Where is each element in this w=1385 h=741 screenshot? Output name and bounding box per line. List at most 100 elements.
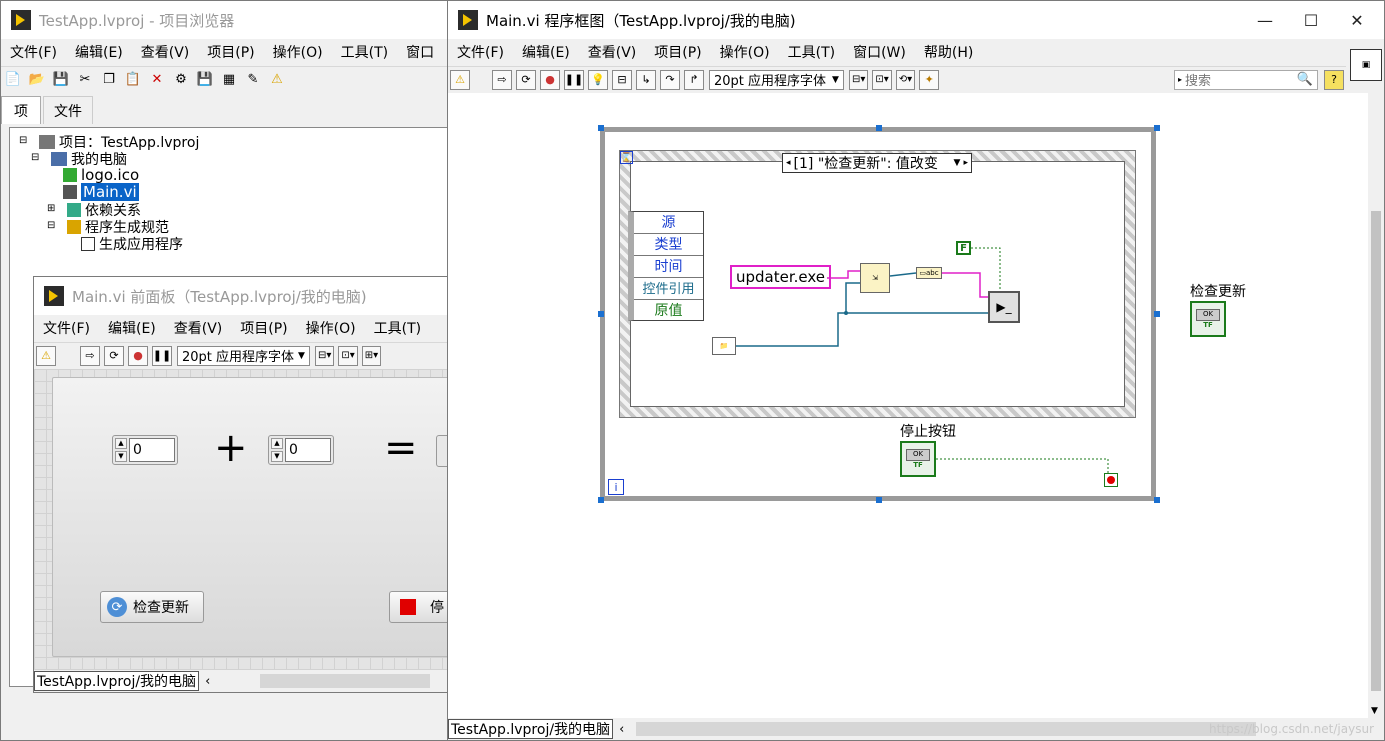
expand-icon[interactable]: ⊟ <box>47 220 63 234</box>
menu-operate[interactable]: 操作(O) <box>720 42 770 62</box>
vertical-scrollbar[interactable]: ▼ <box>1368 93 1384 718</box>
distribute-icon[interactable]: ⊡▾ <box>338 345 358 366</box>
front-panel-window[interactable]: Main.vi 前面板（TestApp.lvproj/我的电脑) 文件(F) 编… <box>33 276 460 693</box>
scroll-down-icon[interactable]: ▼ <box>1371 706 1378 716</box>
menu-view[interactable]: 查看(V) <box>174 318 223 338</box>
search-box[interactable]: ▸ 搜索 🔍 <box>1174 69 1318 90</box>
distribute-icon[interactable]: ⊡▾ <box>872 69 892 90</box>
open-icon[interactable]: 📂 <box>27 70 47 90</box>
menu-help[interactable]: 帮助(H) <box>924 42 973 62</box>
numeric-field-2[interactable]: 0 <box>285 438 331 462</box>
path-to-string-node[interactable]: ▭abc <box>916 267 942 279</box>
settings-icon[interactable]: ✎ <box>243 70 263 90</box>
help-icon[interactable]: ? <box>1324 69 1344 90</box>
numeric-field-1[interactable]: 0 <box>129 438 175 462</box>
highlight-execution-icon[interactable]: 💡 <box>588 69 608 90</box>
step-over-icon[interactable]: ↷ <box>660 69 680 90</box>
menu-file[interactable]: 文件(F) <box>457 42 504 62</box>
event-data-time[interactable]: 时间 <box>634 256 703 278</box>
build-path-node[interactable]: ⇲ <box>860 263 890 293</box>
pause-icon[interactable]: ❚❚ <box>564 69 584 90</box>
horizontal-scrollbar[interactable] <box>260 674 431 688</box>
warning-icon[interactable]: ⚠ <box>450 69 470 90</box>
increment-icon[interactable]: ▲ <box>271 438 283 449</box>
loop-condition-terminal[interactable] <box>1104 473 1118 487</box>
delete-icon[interactable]: ✕ <box>147 70 167 90</box>
align-icon[interactable]: ⊟▾ <box>848 69 869 90</box>
menu-edit[interactable]: 编辑(E) <box>522 42 570 62</box>
menu-window[interactable]: 窗口 <box>406 42 434 62</box>
retain-wire-values-icon[interactable]: ⊟ <box>612 69 632 90</box>
event-data-source[interactable]: 源 <box>634 212 703 234</box>
block-diagram-canvas[interactable]: i ⌛ ◂ [1] "检查更新": 值改变 ▼ ▸ 源 类型 时间 控件引用 原… <box>448 93 1368 718</box>
stop-button-terminal[interactable]: OK TF <box>900 441 936 477</box>
pause-icon[interactable]: ❚❚ <box>152 345 172 366</box>
numeric-control-2[interactable]: ▲ ▼ 0 <box>268 435 334 465</box>
menu-operate[interactable]: 操作(O) <box>273 42 323 62</box>
tree-build-app[interactable]: 生成应用程序 <box>81 234 183 254</box>
front-panel-titlebar[interactable]: Main.vi 前面板（TestApp.lvproj/我的电脑) <box>34 277 459 315</box>
cleanup-diagram-icon[interactable]: ✦ <box>919 69 940 90</box>
event-data-oldval[interactable]: 原值 <box>634 300 703 321</box>
font-selector[interactable]: 20pt 应用程序字体 ▼ <box>177 345 310 366</box>
view-icon[interactable]: ▦ <box>219 70 239 90</box>
app-directory-icon[interactable]: 📁 <box>712 337 736 355</box>
system-exec-node[interactable]: ▶_ <box>988 291 1020 323</box>
run-continuous-icon[interactable]: ⟳ <box>516 69 536 90</box>
build-icon[interactable]: ⚙ <box>171 70 191 90</box>
decrement-icon[interactable]: ▼ <box>271 451 283 462</box>
increment-case-icon[interactable]: ▸ <box>960 158 971 168</box>
abort-icon[interactable]: ● <box>128 345 148 366</box>
run-continuous-icon[interactable]: ⟳ <box>104 345 124 366</box>
cut-icon[interactable]: ✂ <box>75 70 95 90</box>
tree-main-vi[interactable]: Main.vi <box>63 183 139 201</box>
menu-window[interactable]: 窗口(W) <box>853 42 906 62</box>
block-diagram-titlebar[interactable]: Main.vi 程序框图（TestApp.lvproj/我的电脑) — ☐ ✕ <box>448 1 1384 39</box>
reorder-icon[interactable]: ⟲▾ <box>895 69 916 90</box>
step-out-icon[interactable]: ↱ <box>684 69 704 90</box>
align-icon[interactable]: ⊟▾ <box>314 345 335 366</box>
menu-tools[interactable]: 工具(T) <box>341 42 388 62</box>
minimize-icon[interactable]: — <box>1242 1 1288 39</box>
warning-icon[interactable]: ⚠ <box>267 70 287 90</box>
tab-items[interactable]: 项 <box>1 96 41 124</box>
event-data-node[interactable]: 源 类型 时间 控件引用 原值 <box>628 211 704 321</box>
menu-file[interactable]: 文件(F) <box>43 318 90 338</box>
save-all-icon[interactable]: 💾 <box>51 70 71 90</box>
event-data-ctlref[interactable]: 控件引用 <box>634 278 703 300</box>
close-icon[interactable]: ✕ <box>1334 1 1380 39</box>
expand-icon[interactable]: ⊟ <box>31 152 47 166</box>
event-case-selector[interactable]: ◂ [1] "检查更新": 值改变 ▼ ▸ <box>782 153 972 173</box>
scroll-left-icon[interactable]: ‹ <box>619 722 624 737</box>
vi-connector-icon[interactable]: ▣ <box>1350 49 1382 81</box>
decrement-icon[interactable]: ▼ <box>115 451 127 462</box>
paste-icon[interactable]: 📋 <box>123 70 143 90</box>
run-icon[interactable]: ⇨ <box>492 69 512 90</box>
menu-project[interactable]: 项目(P) <box>240 318 287 338</box>
menu-project[interactable]: 项目(P) <box>654 42 701 62</box>
updater-string-constant[interactable]: updater.exe <box>730 265 832 289</box>
scroll-left-icon[interactable]: ‹ <box>205 674 210 689</box>
horizontal-scrollbar[interactable] <box>636 722 1257 736</box>
save-icon[interactable]: 💾 <box>195 70 215 90</box>
new-icon[interactable]: 📄 <box>3 70 23 90</box>
tab-files[interactable]: 文件 <box>43 96 93 124</box>
maximize-icon[interactable]: ☐ <box>1288 1 1334 39</box>
menu-project[interactable]: 项目(P) <box>207 42 254 62</box>
dropdown-icon[interactable]: ▼ <box>954 158 961 168</box>
numeric-control-1[interactable]: ▲ ▼ 0 <box>112 435 178 465</box>
menu-tools[interactable]: 工具(T) <box>788 42 835 62</box>
decrement-case-icon[interactable]: ◂ <box>783 158 794 168</box>
increment-icon[interactable]: ▲ <box>115 438 127 449</box>
menu-file[interactable]: 文件(F) <box>10 42 57 62</box>
block-diagram-window[interactable]: Main.vi 程序框图（TestApp.lvproj/我的电脑) — ☐ ✕ … <box>447 0 1385 741</box>
menu-tools[interactable]: 工具(T) <box>374 318 421 338</box>
copy-icon[interactable]: ❐ <box>99 70 119 90</box>
menu-view[interactable]: 查看(V) <box>141 42 190 62</box>
check-update-button[interactable]: ⟳ 检查更新 <box>100 591 204 623</box>
step-into-icon[interactable]: ↳ <box>636 69 656 90</box>
run-icon[interactable]: ⇨ <box>80 345 100 366</box>
abort-icon[interactable]: ● <box>540 69 560 90</box>
menu-edit[interactable]: 编辑(E) <box>108 318 156 338</box>
font-selector[interactable]: 20pt 应用程序字体 ▼ <box>709 69 844 90</box>
